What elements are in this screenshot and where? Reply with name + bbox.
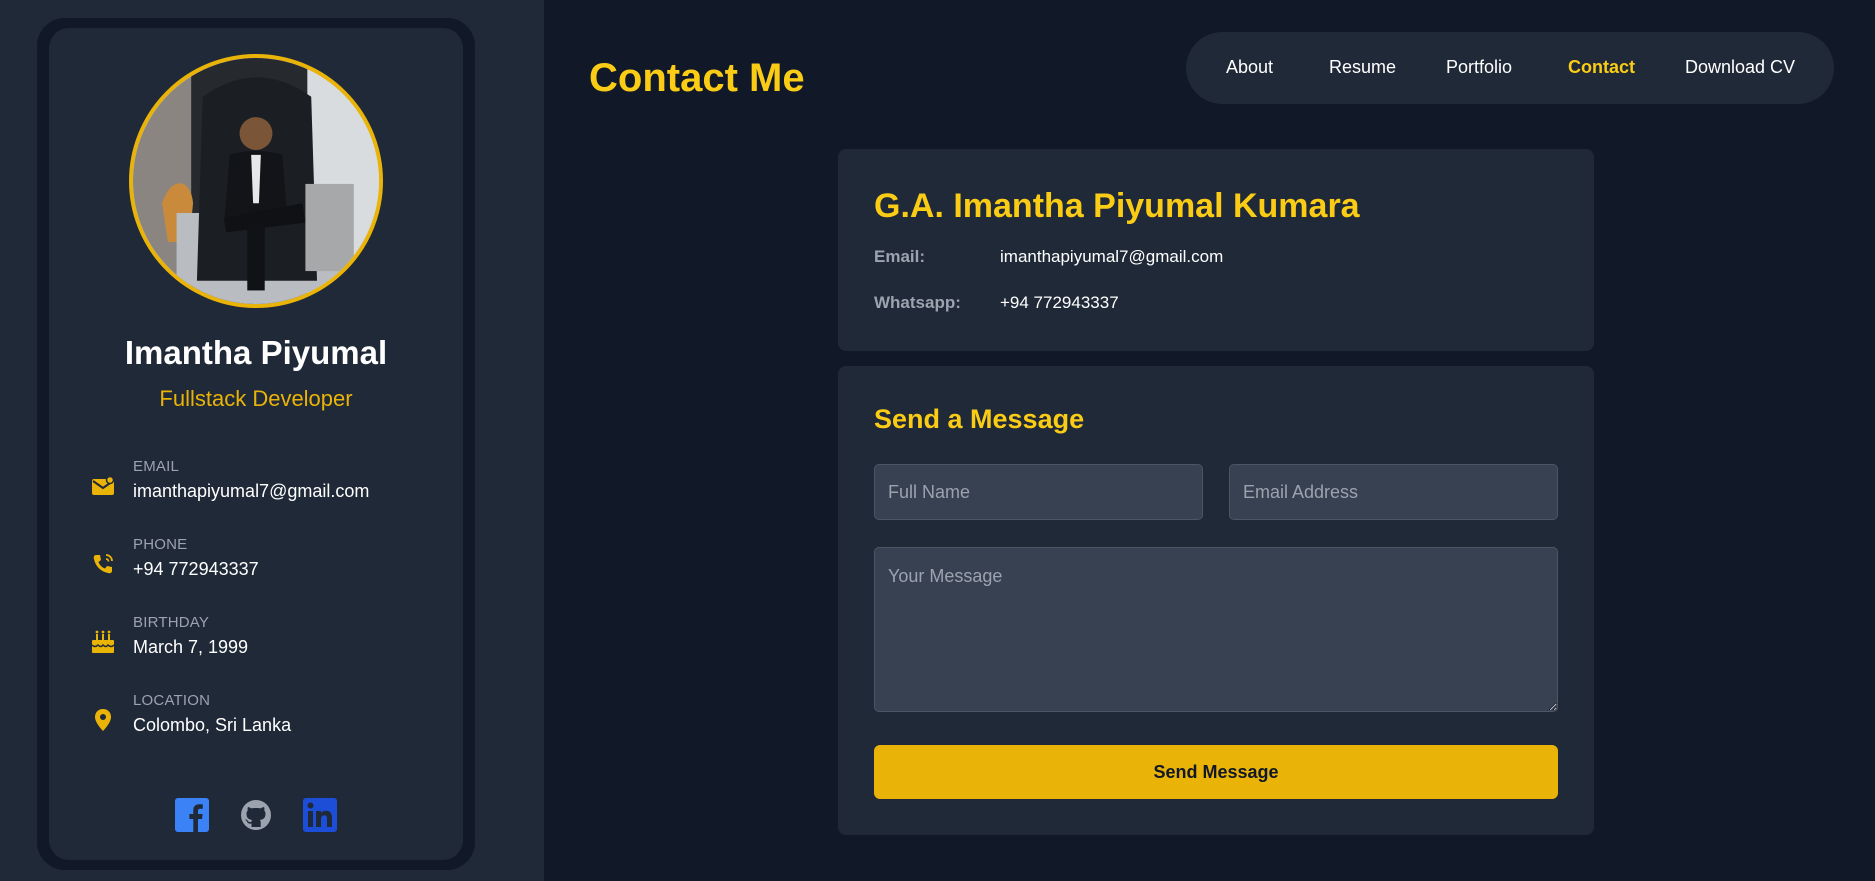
top-nav: About Resume Portfolio Contact Download … <box>1186 32 1834 104</box>
info-value: March 7, 1999 <box>133 637 249 657</box>
contact-name: G.A. Imantha Piyumal Kumara <box>874 187 1360 225</box>
envelope-icon <box>89 472 117 500</box>
contact-info-card: G.A. Imantha Piyumal Kumara Email: imant… <box>838 149 1594 351</box>
info-label: LOCATION <box>133 692 211 709</box>
profile-card-frame: Imantha Piyumal Fullstack Developer EMAI… <box>37 18 475 870</box>
whatsapp-label: Whatsapp: <box>874 293 961 312</box>
nav-download-cv[interactable]: Download CV <box>1685 57 1795 78</box>
info-value: Colombo, Sri Lanka <box>133 715 292 735</box>
avatar <box>129 54 383 308</box>
info-birthday: BIRTHDAY March 7, 1999 <box>89 614 449 674</box>
email-label: Email: <box>874 247 926 266</box>
nav-contact[interactable]: Contact <box>1568 57 1635 78</box>
linkedin-icon[interactable] <box>303 798 338 832</box>
facebook-icon[interactable] <box>174 798 209 832</box>
nav-about[interactable]: About <box>1226 57 1273 78</box>
location-pin-icon <box>89 706 117 734</box>
whatsapp-value: +94 772943337 <box>1000 293 1119 312</box>
phone-icon <box>89 550 117 578</box>
page-title: Contact Me <box>589 56 805 100</box>
email-value: imanthapiyumal7@gmail.com <box>1000 247 1224 266</box>
info-value: +94 772943337 <box>133 559 259 579</box>
email-address-input[interactable] <box>1229 464 1558 520</box>
cake-icon <box>89 628 117 656</box>
info-label: BIRTHDAY <box>133 614 210 631</box>
profile-role: Fullstack Developer <box>159 386 353 411</box>
info-value: imanthapiyumal7@gmail.com <box>133 481 370 501</box>
nav-resume[interactable]: Resume <box>1329 57 1396 78</box>
social-links <box>49 798 463 834</box>
info-label: PHONE <box>133 536 188 553</box>
avatar-photo <box>133 58 379 304</box>
send-message-button[interactable]: Send Message <box>874 745 1558 799</box>
message-form-card: Send a Message Send Message <box>838 366 1594 835</box>
info-location: LOCATION Colombo, Sri Lanka <box>89 692 449 752</box>
full-name-input[interactable] <box>874 464 1203 520</box>
message-textarea[interactable] <box>874 547 1558 712</box>
info-email: EMAIL imanthapiyumal7@gmail.com <box>89 458 449 518</box>
info-label: EMAIL <box>133 458 180 475</box>
github-icon[interactable] <box>239 798 273 832</box>
message-form-title: Send a Message <box>874 404 1085 434</box>
nav-portfolio[interactable]: Portfolio <box>1446 57 1512 78</box>
profile-card: Imantha Piyumal Fullstack Developer EMAI… <box>49 28 463 860</box>
info-phone: PHONE +94 772943337 <box>89 536 449 596</box>
profile-name: Imantha Piyumal <box>124 334 388 371</box>
sidebar: Imantha Piyumal Fullstack Developer EMAI… <box>0 0 544 881</box>
